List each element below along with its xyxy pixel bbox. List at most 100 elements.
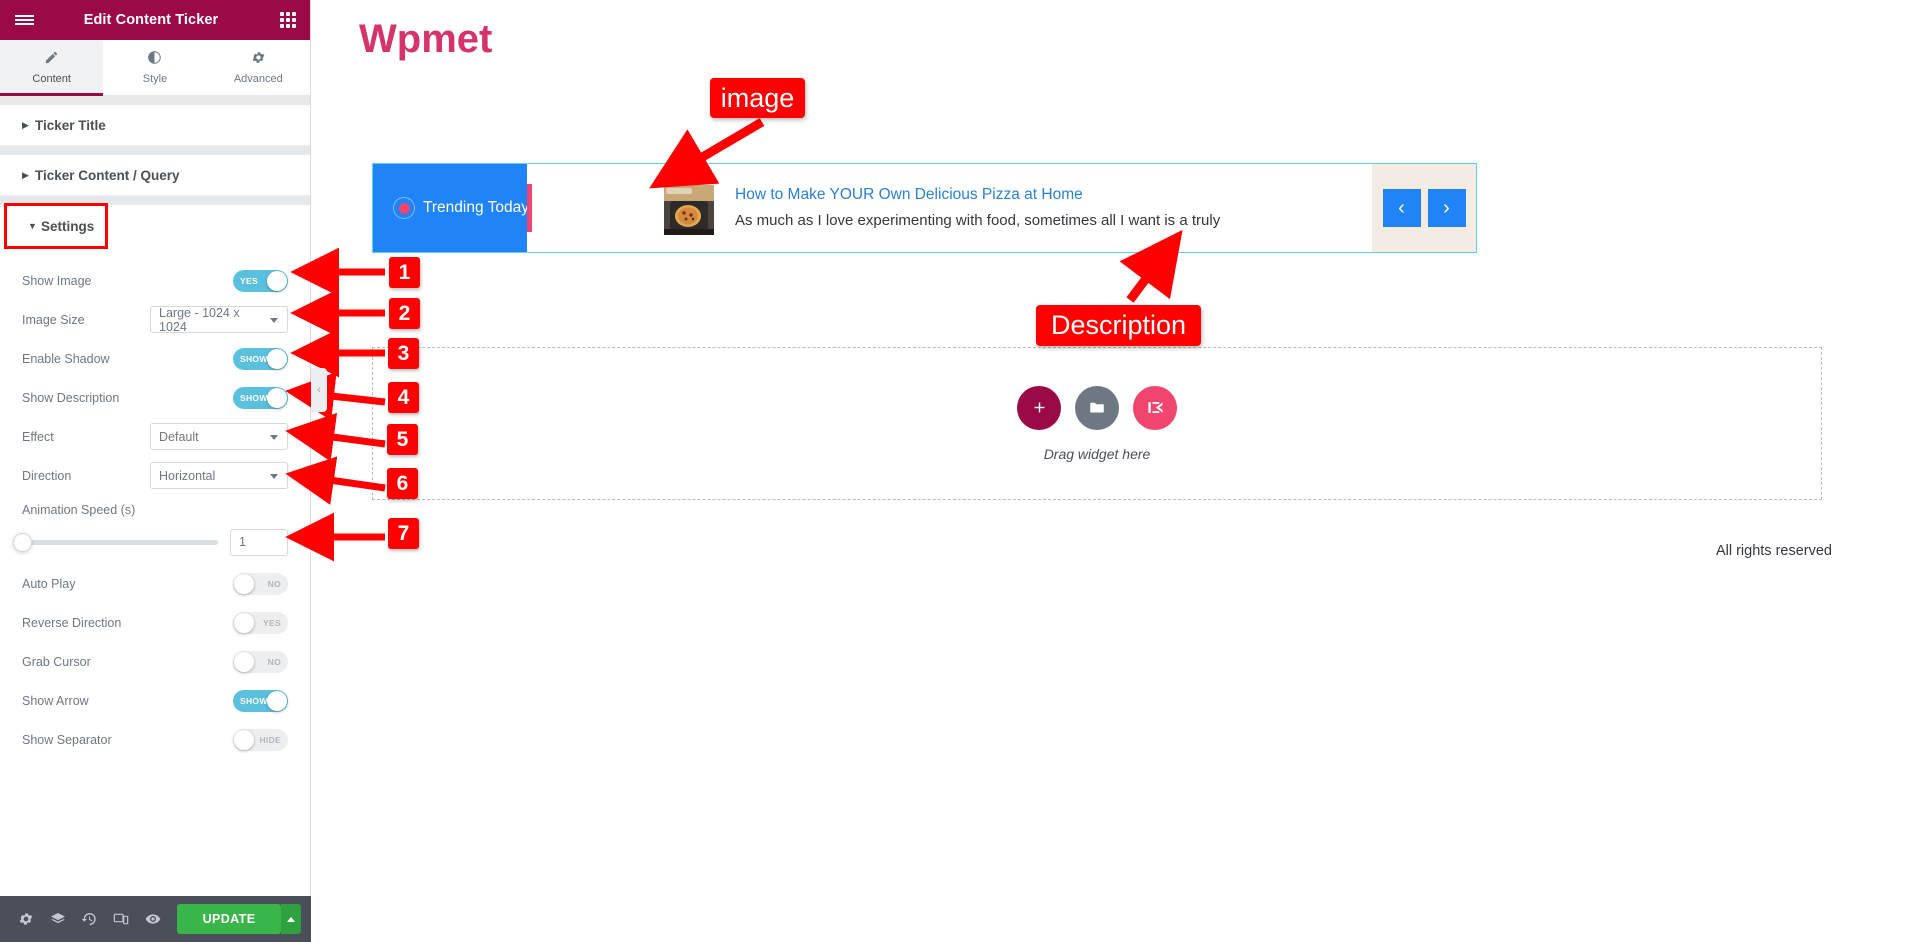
toggle-knob — [267, 690, 287, 711]
control-effect: Effect Default — [0, 417, 310, 456]
control-show-arrow: Show Arrow SHOW — [0, 681, 310, 720]
animation-speed-slider[interactable] — [13, 532, 218, 552]
toggle-knob — [234, 729, 254, 750]
control-label: Effect — [22, 429, 54, 444]
tab-content-label: Content — [32, 73, 71, 85]
site-logo: Wpmet — [359, 17, 493, 61]
gear-icon — [251, 50, 266, 68]
effect-select[interactable]: Default — [150, 423, 288, 450]
animation-speed-input[interactable]: 1 — [230, 528, 288, 556]
editor-canvas: Wpmet Trending Today How to Make YOUR Ow… — [311, 0, 1920, 942]
enable-shadow-toggle[interactable]: SHOW — [233, 347, 288, 370]
show-separator-toggle[interactable]: HIDE — [233, 728, 288, 751]
grab-cursor-toggle[interactable]: NO — [233, 650, 288, 673]
section-ticker-content-query[interactable]: ▶ Ticker Content / Query — [0, 155, 310, 196]
control-show-description: Show Description SHOW — [0, 378, 310, 417]
tab-content[interactable]: Content — [0, 40, 104, 96]
chevron-down-icon: ▼ — [28, 221, 37, 231]
toggle-knob — [234, 612, 254, 633]
toggle-state-text: NO — [267, 656, 281, 667]
toggle-knob — [267, 387, 287, 408]
folder-template-icon[interactable] — [1075, 385, 1119, 430]
step-badge-6: 6 — [387, 468, 418, 499]
control-label: Reverse Direction — [22, 615, 122, 630]
layers-icon[interactable] — [42, 896, 74, 942]
section-ticker-content-query-label: Ticker Content / Query — [35, 167, 180, 183]
content-ticker-widget[interactable]: Trending Today How to Make YOUR Own Deli… — [372, 163, 1477, 253]
pizza-thumbnail — [664, 185, 714, 235]
panel-title: Edit Content Ticker — [83, 12, 219, 28]
contrast-half-circle-icon — [147, 50, 162, 68]
history-icon[interactable] — [73, 896, 105, 942]
control-show-separator: Show Separator HIDE — [0, 720, 310, 759]
apps-grid-icon[interactable] — [266, 0, 310, 40]
show-description-toggle[interactable]: SHOW — [233, 386, 288, 409]
tab-style-label: Style — [142, 73, 168, 85]
ticker-prev-arrow-icon[interactable]: ‹ — [1382, 189, 1421, 227]
toggle-knob — [267, 270, 287, 291]
dropzone-label: Drag widget here — [1043, 445, 1151, 462]
step-badge-7: 7 — [388, 518, 419, 549]
control-label: Show Description — [22, 390, 120, 405]
ticker-item-description: As much as I love experimenting with foo… — [735, 212, 1221, 229]
footer-rights-text: All rights reserved — [1715, 543, 1832, 559]
tab-advanced[interactable]: Advanced — [207, 40, 310, 95]
direction-select[interactable]: Horizontal — [150, 462, 288, 489]
control-label: Show Separator — [22, 732, 112, 747]
control-label: Grab Cursor — [22, 654, 91, 669]
control-label: Show Image — [22, 273, 92, 288]
section-settings-label: Settings — [41, 218, 95, 234]
step-badge-2: 2 — [389, 298, 420, 329]
panel-collapse-handle[interactable]: ‹ — [311, 368, 327, 412]
slider-thumb[interactable] — [13, 532, 32, 552]
gear-icon[interactable] — [10, 896, 42, 942]
section-ticker-title[interactable]: ▶ Ticker Title — [0, 105, 310, 146]
update-options-caret-icon[interactable] — [281, 904, 301, 934]
control-image-size: Image Size Large - 1024 x 1024 — [0, 300, 310, 339]
control-label: Image Size — [22, 312, 85, 327]
toggle-state-text: NO — [267, 578, 281, 589]
ticker-next-arrow-icon[interactable]: › — [1427, 189, 1466, 227]
section-settings[interactable]: ▼ Settings — [4, 203, 108, 249]
ticker-badge-label: Trending Today — [423, 199, 529, 216]
control-auto-play: Auto Play NO — [0, 564, 310, 603]
toggle-state-text: YES — [263, 617, 281, 628]
elementor-editor-panel: Edit Content Ticker Content Style Advanc… — [0, 0, 311, 942]
ticker-badge: Trending Today — [373, 164, 529, 252]
pencil-icon — [44, 50, 59, 68]
reverse-direction-toggle[interactable]: YES — [233, 611, 288, 634]
annotation-description-label: Description — [1036, 305, 1201, 346]
chevron-right-icon: ▶ — [22, 119, 29, 130]
toggle-state-text: SHOW — [240, 353, 268, 364]
control-label: Animation Speed (s) — [22, 503, 136, 517]
control-grab-cursor: Grab Cursor NO — [0, 642, 310, 681]
annotation-image-label: image — [710, 78, 805, 118]
panel-tabs: Content Style Advanced — [0, 40, 310, 96]
ticker-item-title[interactable]: How to Make YOUR Own Delicious Pizza at … — [735, 186, 1083, 204]
responsive-mode-icon[interactable] — [105, 896, 137, 942]
show-image-toggle[interactable]: YES — [233, 269, 288, 292]
control-animation-speed: Animation Speed (s) — [0, 495, 310, 525]
add-widget-icon[interactable] — [1017, 385, 1061, 430]
step-badge-3: 3 — [388, 338, 419, 369]
preview-eye-icon[interactable] — [137, 896, 169, 942]
image-size-select[interactable]: Large - 1024 x 1024 — [150, 306, 288, 334]
update-button[interactable]: UPDATE — [176, 904, 282, 934]
animation-speed-row: 1 — [0, 525, 310, 559]
toggle-knob — [267, 348, 287, 369]
control-show-image: Show Image YES — [0, 261, 310, 300]
tab-style[interactable]: Style — [103, 40, 206, 95]
ticker-separator — [527, 184, 532, 232]
control-enable-shadow: Enable Shadow SHOW — [0, 339, 310, 378]
show-arrow-toggle[interactable]: SHOW — [233, 689, 288, 712]
step-badge-5: 5 — [387, 424, 418, 455]
auto-play-toggle[interactable]: NO — [233, 572, 288, 595]
section-ticker-title-label: Ticker Title — [35, 117, 106, 133]
control-label: Auto Play — [22, 576, 76, 591]
elementskit-icon[interactable] — [1133, 385, 1177, 430]
dropzone-buttons — [1017, 385, 1177, 430]
widget-dropzone[interactable]: Drag widget here — [372, 347, 1822, 500]
control-direction: Direction Horizontal — [0, 456, 310, 495]
toggle-state-text: SHOW — [240, 392, 268, 403]
direction-value: Horizontal — [159, 468, 216, 483]
